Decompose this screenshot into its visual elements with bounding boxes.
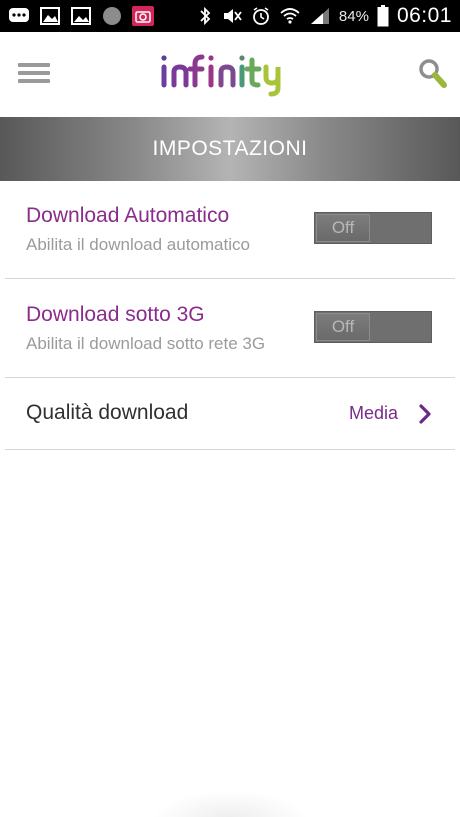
infinity-logo xyxy=(161,54,281,97)
app-header xyxy=(0,32,460,117)
quality-value: Media xyxy=(349,403,399,423)
status-bar: 84% 06:01 xyxy=(0,0,460,32)
camera-icon xyxy=(132,6,154,26)
setting-row-download-automatico: Download Automatico Abilita il download … xyxy=(5,181,455,279)
section-title: IMPOSTAZIONI xyxy=(152,137,308,160)
setting-row-download-3g: Download sotto 3G Abilita il download so… xyxy=(5,279,455,378)
search-icon[interactable] xyxy=(418,58,448,90)
chat-icon xyxy=(9,8,29,22)
setting-title: Download Automatico xyxy=(26,204,230,227)
quality-download-row[interactable]: Qualità download Media xyxy=(5,378,455,450)
chevron-right-icon xyxy=(419,404,431,424)
setting-title: Download sotto 3G xyxy=(26,303,205,326)
wifi-icon xyxy=(280,8,300,24)
download-3g-toggle[interactable]: Off xyxy=(314,311,432,343)
circle-icon xyxy=(103,7,121,25)
quality-title: Qualità download xyxy=(26,401,189,424)
mute-icon xyxy=(223,9,242,23)
setting-subtitle: Abilita il download automatico xyxy=(26,235,250,254)
status-bar-notifications xyxy=(8,6,154,26)
toggle-label: Off xyxy=(316,313,370,341)
section-header: IMPOSTAZIONI xyxy=(0,117,460,181)
battery-icon xyxy=(377,5,389,27)
battery-percent: 84% xyxy=(338,7,369,25)
setting-subtitle: Abilita il download sotto rete 3G xyxy=(26,334,266,353)
clock: 06:01 xyxy=(396,4,452,27)
download-automatico-toggle[interactable]: Off xyxy=(314,212,432,244)
image-icon xyxy=(40,7,60,25)
alarm-icon xyxy=(253,7,269,25)
gallery-icon xyxy=(71,7,91,25)
status-bar-system: 84% 06:01 xyxy=(197,0,452,32)
bluetooth-icon xyxy=(200,6,211,26)
bottom-shadow xyxy=(150,790,310,817)
signal-icon xyxy=(310,8,329,24)
hamburger-menu-icon[interactable] xyxy=(18,63,50,87)
toggle-label: Off xyxy=(316,214,370,242)
